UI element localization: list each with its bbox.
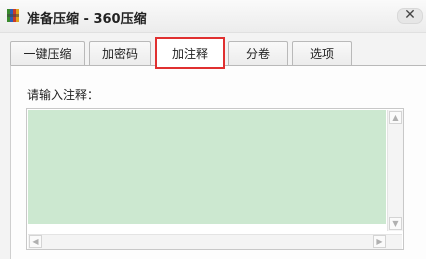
close-icon: ✕ — [404, 7, 416, 23]
comment-textarea[interactable] — [28, 110, 386, 224]
scroll-left-icon[interactable]: ◀ — [29, 235, 42, 248]
close-button[interactable]: ✕ — [397, 7, 423, 24]
tab-add-comment[interactable]: 加注释 — [155, 37, 225, 69]
window-title: 准备压缩 - 360压缩 — [27, 12, 147, 27]
scroll-right-icon[interactable]: ▶ — [373, 235, 386, 248]
scroll-down-icon[interactable]: ▼ — [389, 217, 402, 230]
tab-one-click-compress[interactable]: 一键压缩 — [10, 41, 85, 65]
vertical-scrollbar[interactable]: ▲ ▼ — [387, 110, 403, 231]
tab-split-volume[interactable]: 分卷 — [228, 41, 288, 65]
scroll-up-icon[interactable]: ▲ — [389, 111, 402, 124]
archive-app-icon — [7, 9, 19, 22]
comment-label: 请输入注释： — [27, 88, 100, 102]
tab-add-password[interactable]: 加密码 — [89, 41, 151, 65]
title-bar: 准备压缩 - 360压缩 ✕ — [0, 0, 426, 33]
horizontal-scrollbar[interactable]: ◀ ▶ — [28, 234, 402, 249]
tab-options[interactable]: 选项 — [292, 41, 352, 65]
